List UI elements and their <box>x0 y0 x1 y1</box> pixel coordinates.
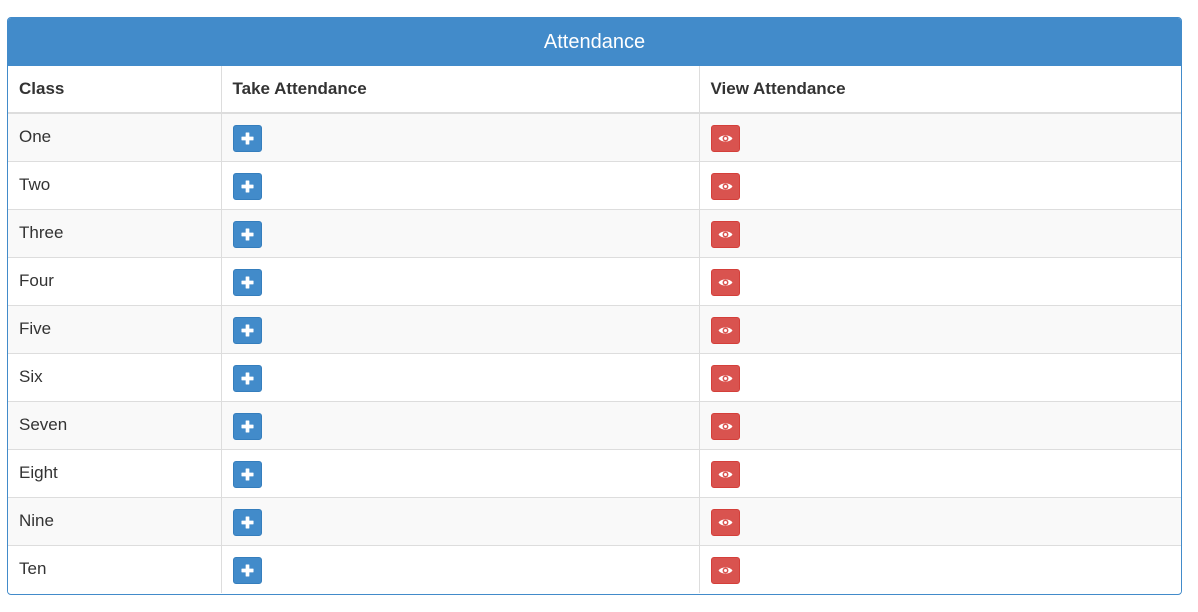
view-attendance-cell <box>698 544 1181 593</box>
view-attendance-cell <box>698 112 1181 161</box>
table-row: Seven <box>8 400 1181 449</box>
view-attendance-cell <box>698 496 1181 545</box>
panel-title: Attendance <box>8 18 1181 66</box>
class-name: Four <box>8 256 221 305</box>
table-row: Nine <box>8 496 1181 545</box>
eye-icon <box>712 462 739 487</box>
take-attendance-cell <box>220 160 699 209</box>
plus-icon <box>234 174 261 199</box>
column-header-view-attendance: View Attendance <box>698 66 1181 114</box>
table-row: Eight <box>8 448 1181 497</box>
table-row: Ten <box>8 544 1181 593</box>
eye-icon <box>712 174 739 199</box>
class-name: Five <box>8 304 221 353</box>
view-attendance-button[interactable] <box>710 460 740 488</box>
take-attendance-cell <box>220 256 699 305</box>
view-attendance-button[interactable] <box>710 316 740 344</box>
take-attendance-button[interactable] <box>232 268 262 296</box>
view-attendance-button[interactable] <box>710 508 740 536</box>
plus-icon <box>234 558 261 583</box>
view-attendance-cell <box>698 160 1181 209</box>
plus-icon <box>234 126 261 151</box>
take-attendance-cell <box>220 400 699 449</box>
eye-icon <box>712 366 739 391</box>
view-attendance-cell <box>698 256 1181 305</box>
class-name: Three <box>8 208 221 257</box>
view-attendance-button[interactable] <box>710 268 740 296</box>
plus-icon <box>234 510 261 535</box>
plus-icon <box>234 318 261 343</box>
eye-icon <box>712 126 739 151</box>
table-row: Four <box>8 256 1181 305</box>
take-attendance-cell <box>220 208 699 257</box>
class-name: Two <box>8 160 221 209</box>
class-name: Seven <box>8 400 221 449</box>
take-attendance-cell <box>220 112 699 161</box>
view-attendance-cell <box>698 448 1181 497</box>
class-name: Ten <box>8 544 221 593</box>
plus-icon <box>234 414 261 439</box>
take-attendance-button[interactable] <box>232 556 262 584</box>
take-attendance-cell <box>220 448 699 497</box>
take-attendance-button[interactable] <box>232 316 262 344</box>
take-attendance-button[interactable] <box>232 460 262 488</box>
attendance-table: Class Take Attendance View Attendance On… <box>8 66 1181 593</box>
view-attendance-button[interactable] <box>710 124 740 152</box>
eye-icon <box>712 270 739 295</box>
take-attendance-cell <box>220 496 699 545</box>
table-row: One <box>8 112 1181 161</box>
attendance-panel: Attendance Class Take Attendance View At… <box>7 17 1182 595</box>
take-attendance-button[interactable] <box>232 364 262 392</box>
view-attendance-button[interactable] <box>710 220 740 248</box>
take-attendance-button[interactable] <box>232 172 262 200</box>
take-attendance-cell <box>220 304 699 353</box>
view-attendance-button[interactable] <box>710 364 740 392</box>
table-header-row: Class Take Attendance View Attendance <box>8 66 1181 114</box>
take-attendance-button[interactable] <box>232 220 262 248</box>
eye-icon <box>712 510 739 535</box>
eye-icon <box>712 222 739 247</box>
view-attendance-cell <box>698 352 1181 401</box>
view-attendance-button[interactable] <box>710 556 740 584</box>
class-name: Six <box>8 352 221 401</box>
class-name: Eight <box>8 448 221 497</box>
view-attendance-cell <box>698 208 1181 257</box>
view-attendance-button[interactable] <box>710 172 740 200</box>
plus-icon <box>234 222 261 247</box>
plus-icon <box>234 366 261 391</box>
plus-icon <box>234 462 261 487</box>
take-attendance-button[interactable] <box>232 124 262 152</box>
take-attendance-button[interactable] <box>232 508 262 536</box>
view-attendance-cell <box>698 304 1181 353</box>
table-row: Five <box>8 304 1181 353</box>
table-row: Three <box>8 208 1181 257</box>
take-attendance-button[interactable] <box>232 412 262 440</box>
plus-icon <box>234 270 261 295</box>
view-attendance-button[interactable] <box>710 412 740 440</box>
eye-icon <box>712 318 739 343</box>
column-header-take-attendance: Take Attendance <box>220 66 699 114</box>
class-name: One <box>8 112 221 161</box>
table-row: Six <box>8 352 1181 401</box>
take-attendance-cell <box>220 352 699 401</box>
class-name: Nine <box>8 496 221 545</box>
eye-icon <box>712 558 739 583</box>
view-attendance-cell <box>698 400 1181 449</box>
column-header-class: Class <box>8 66 221 114</box>
eye-icon <box>712 414 739 439</box>
table-row: Two <box>8 160 1181 209</box>
take-attendance-cell <box>220 544 699 593</box>
